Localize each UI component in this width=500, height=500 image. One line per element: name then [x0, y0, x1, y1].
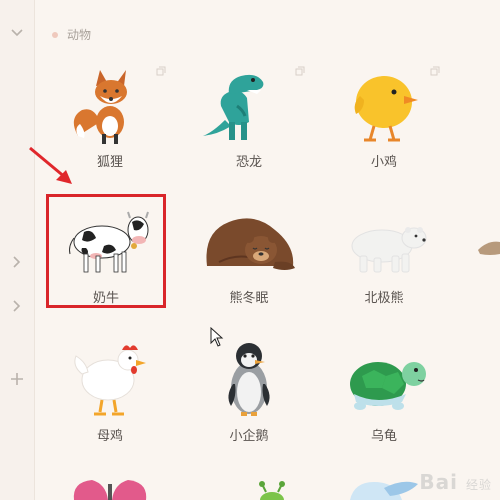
sticker-turtle[interactable]: 乌龟 [324, 340, 444, 460]
butterfly-image[interactable] [70, 478, 150, 500]
sticker-cow[interactable]: 奶牛 [46, 202, 166, 322]
sticker-label: 奶牛 [92, 291, 119, 306]
sticker-label: 恐龙 [235, 155, 262, 170]
sticker-label: 小企鹅 [229, 429, 269, 444]
section-dot [52, 31, 58, 38]
sticker-penguin[interactable]: 小企鹅 [189, 340, 309, 460]
sticker-label: 北极熊 [364, 291, 404, 306]
dinosaur-image [203, 74, 264, 140]
expand-icon[interactable] [156, 66, 166, 76]
penguin-image [228, 343, 270, 416]
sticker-chick[interactable]: 小鸡 [324, 66, 444, 186]
bird-image[interactable] [344, 478, 424, 500]
fox-image [73, 70, 127, 144]
sticker-hibernating-bear[interactable]: 熊冬眠 [189, 202, 309, 322]
cow-image [69, 211, 149, 273]
turtle-image [350, 362, 426, 410]
insect-image[interactable] [252, 480, 292, 500]
expand-icon[interactable] [430, 66, 440, 76]
sticker-polar-bear[interactable]: 北极熊 [324, 202, 444, 322]
mouse-cursor-icon [210, 327, 224, 347]
sticker-label: 母鸡 [96, 429, 123, 444]
sticker-label: 小鸡 [370, 155, 397, 170]
partial-sticker-image[interactable] [474, 232, 500, 262]
bear-image [206, 218, 295, 270]
arrow-icon [29, 146, 72, 184]
watermark-suffix: 经验 [465, 478, 492, 492]
sticker-hen[interactable]: 母鸡 [50, 340, 170, 460]
watermark-brand: Bai [419, 470, 459, 494]
expand-icon[interactable] [295, 66, 305, 76]
sidebar [0, 0, 35, 500]
plus-icon[interactable] [9, 371, 25, 387]
sticker-label: 熊冬眠 [229, 291, 269, 306]
chevron-down-icon[interactable] [9, 25, 25, 41]
hen-image [74, 345, 146, 416]
chevron-right-icon[interactable] [9, 298, 25, 314]
chick-image [354, 76, 418, 142]
section-title: 动物 [67, 28, 92, 42]
polar-bear-image [351, 227, 427, 273]
sticker-dinosaur[interactable]: 恐龙 [189, 66, 309, 186]
sticker-label: 乌龟 [370, 429, 397, 444]
watermark: Bai 经验 [419, 470, 492, 494]
chevron-right-icon[interactable] [9, 254, 25, 270]
section-header: 动物 [52, 26, 91, 43]
